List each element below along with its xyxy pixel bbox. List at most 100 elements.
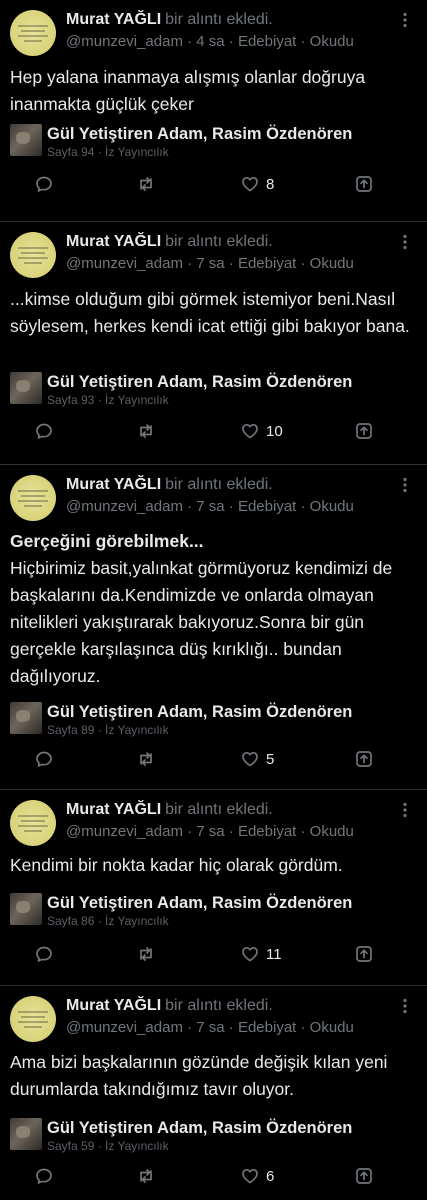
quote-post[interactable]: Murat YAĞLI bir alıntı ekledi. @munzevi_a… bbox=[0, 222, 427, 465]
book-title: Gül Yetiştiren Adam, Rasim Özdenören bbox=[47, 125, 353, 143]
author-name[interactable]: Murat YAĞLI bbox=[66, 476, 161, 493]
book-title: Gül Yetiştiren Adam, Rasim Özdenören bbox=[47, 1119, 353, 1137]
reply-icon bbox=[36, 751, 52, 767]
post-action: bir alıntı ekledi. bbox=[165, 997, 273, 1014]
post-action: bir alıntı ekledi. bbox=[165, 476, 273, 493]
book-card[interactable]: Gül Yetiştiren Adam, Rasim Özdenören Say… bbox=[10, 124, 417, 164]
repost-icon bbox=[140, 947, 152, 961]
quote-post[interactable]: Murat YAĞLI bir alıntı ekledi. @munzevi_a… bbox=[0, 986, 427, 1200]
repost-icon bbox=[140, 1169, 152, 1183]
post-body: ...kimse olduğum gibi görmek istemiyor b… bbox=[10, 286, 413, 340]
share-button[interactable] bbox=[354, 419, 374, 443]
post-action: bir alıntı ekledi. bbox=[165, 233, 273, 250]
like-icon bbox=[242, 751, 258, 767]
reply-button[interactable] bbox=[34, 1164, 54, 1188]
share-button[interactable] bbox=[354, 747, 374, 771]
like-icon bbox=[242, 946, 258, 962]
post-meta: @munzevi_adam · 7 sa · Edebiyat · Okudu bbox=[66, 1019, 354, 1036]
repost-button[interactable] bbox=[136, 419, 156, 443]
reply-button[interactable] bbox=[34, 419, 54, 443]
like-count: 11 bbox=[266, 945, 282, 963]
like-button[interactable]: 5 bbox=[240, 747, 274, 771]
like-button[interactable]: 11 bbox=[240, 942, 282, 966]
post-body: Hep yalana inanmaya alışmış olanlar doğr… bbox=[10, 64, 413, 118]
quote-text: ...kimse olduğum gibi görmek istemiyor b… bbox=[10, 289, 410, 336]
like-count: 10 bbox=[266, 422, 283, 440]
more-icon[interactable] bbox=[397, 234, 413, 250]
book-cover bbox=[10, 702, 42, 734]
reply-icon bbox=[36, 1168, 52, 1184]
author-name[interactable]: Murat YAĞLI bbox=[66, 997, 161, 1014]
book-card[interactable]: Gül Yetiştiren Adam, Rasim Özdenören Say… bbox=[10, 702, 417, 742]
repost-button[interactable] bbox=[136, 942, 156, 966]
repost-button[interactable] bbox=[136, 747, 156, 771]
reply-icon bbox=[36, 176, 52, 192]
share-icon bbox=[356, 423, 372, 439]
quote-title: Gerçeğini görebilmek... bbox=[10, 531, 204, 551]
like-count: 5 bbox=[266, 750, 275, 768]
more-icon[interactable] bbox=[397, 477, 413, 493]
author-name[interactable]: Murat YAĞLI bbox=[66, 11, 161, 28]
quote-text: Hiçbirimiz basit,yalınkat görmüyoruz ken… bbox=[10, 558, 393, 686]
quote-post[interactable]: Murat YAĞLI bir alıntı ekledi. @munzevi_a… bbox=[0, 0, 427, 222]
avatar[interactable] bbox=[10, 800, 56, 846]
quote-text: Kendimi bir nokta kadar hiç olarak gördü… bbox=[10, 855, 343, 875]
share-button[interactable] bbox=[354, 942, 374, 966]
avatar[interactable] bbox=[10, 232, 56, 278]
book-card[interactable]: Gül Yetiştiren Adam, Rasim Özdenören Say… bbox=[10, 1118, 417, 1158]
book-title: Gül Yetiştiren Adam, Rasim Özdenören bbox=[47, 703, 353, 721]
like-count: 8 bbox=[266, 175, 275, 193]
share-icon bbox=[356, 176, 372, 192]
quote-text: Hep yalana inanmaya alışmış olanlar doğr… bbox=[10, 67, 366, 114]
book-card[interactable]: Gül Yetiştiren Adam, Rasim Özdenören Say… bbox=[10, 372, 417, 412]
share-button[interactable] bbox=[354, 172, 374, 196]
repost-button[interactable] bbox=[136, 1164, 156, 1188]
avatar[interactable] bbox=[10, 475, 56, 521]
author-name[interactable]: Murat YAĞLI bbox=[66, 801, 161, 818]
repost-icon bbox=[140, 177, 152, 191]
share-button[interactable] bbox=[354, 1164, 374, 1188]
post-meta: @munzevi_adam · 4 sa · Edebiyat · Okudu bbox=[66, 33, 354, 50]
post-meta: @munzevi_adam · 7 sa · Edebiyat · Okudu bbox=[66, 498, 354, 515]
book-subtitle: Sayfa 94 · İz Yayıncılık bbox=[47, 145, 169, 159]
book-card[interactable]: Gül Yetiştiren Adam, Rasim Özdenören Say… bbox=[10, 893, 417, 933]
repost-icon bbox=[140, 752, 152, 766]
reply-button[interactable] bbox=[34, 942, 54, 966]
post-body: Gerçeğini görebilmek... Hiçbirimiz basit… bbox=[10, 528, 413, 690]
share-icon bbox=[356, 946, 372, 962]
more-icon[interactable] bbox=[397, 12, 413, 28]
reply-button[interactable] bbox=[34, 172, 54, 196]
avatar[interactable] bbox=[10, 10, 56, 56]
more-icon[interactable] bbox=[397, 998, 413, 1014]
reply-icon bbox=[36, 946, 52, 962]
book-subtitle: Sayfa 59 · İz Yayıncılık bbox=[47, 1139, 169, 1153]
author-name[interactable]: Murat YAĞLI bbox=[66, 233, 161, 250]
post-meta: @munzevi_adam · 7 sa · Edebiyat · Okudu bbox=[66, 255, 354, 272]
book-title: Gül Yetiştiren Adam, Rasim Özdenören bbox=[47, 894, 353, 912]
repost-icon bbox=[140, 424, 152, 438]
book-title: Gül Yetiştiren Adam, Rasim Özdenören bbox=[47, 373, 353, 391]
quote-post[interactable]: Murat YAĞLI bir alıntı ekledi. @munzevi_a… bbox=[0, 465, 427, 790]
like-button[interactable]: 6 bbox=[240, 1164, 274, 1188]
book-cover bbox=[10, 893, 42, 925]
book-subtitle: Sayfa 93 · İz Yayıncılık bbox=[47, 393, 169, 407]
reply-button[interactable] bbox=[34, 747, 54, 771]
post-action: bir alıntı ekledi. bbox=[165, 11, 273, 28]
like-button[interactable]: 8 bbox=[240, 172, 274, 196]
book-subtitle: Sayfa 89 · İz Yayıncılık bbox=[47, 723, 169, 737]
more-icon[interactable] bbox=[397, 802, 413, 818]
like-icon bbox=[242, 1168, 258, 1184]
like-button[interactable]: 10 bbox=[240, 419, 283, 443]
like-icon bbox=[242, 176, 258, 192]
repost-button[interactable] bbox=[136, 172, 156, 196]
post-action: bir alıntı ekledi. bbox=[165, 801, 273, 818]
book-cover bbox=[10, 1118, 42, 1150]
quote-post[interactable]: Murat YAĞLI bir alıntı ekledi. @munzevi_a… bbox=[0, 790, 427, 986]
reply-icon bbox=[36, 423, 52, 439]
book-subtitle: Sayfa 86 · İz Yayıncılık bbox=[47, 914, 169, 928]
avatar[interactable] bbox=[10, 996, 56, 1042]
share-icon bbox=[356, 751, 372, 767]
post-body: Kendimi bir nokta kadar hiç olarak gördü… bbox=[10, 852, 413, 879]
post-meta: @munzevi_adam · 7 sa · Edebiyat · Okudu bbox=[66, 823, 354, 840]
share-icon bbox=[356, 1168, 372, 1184]
